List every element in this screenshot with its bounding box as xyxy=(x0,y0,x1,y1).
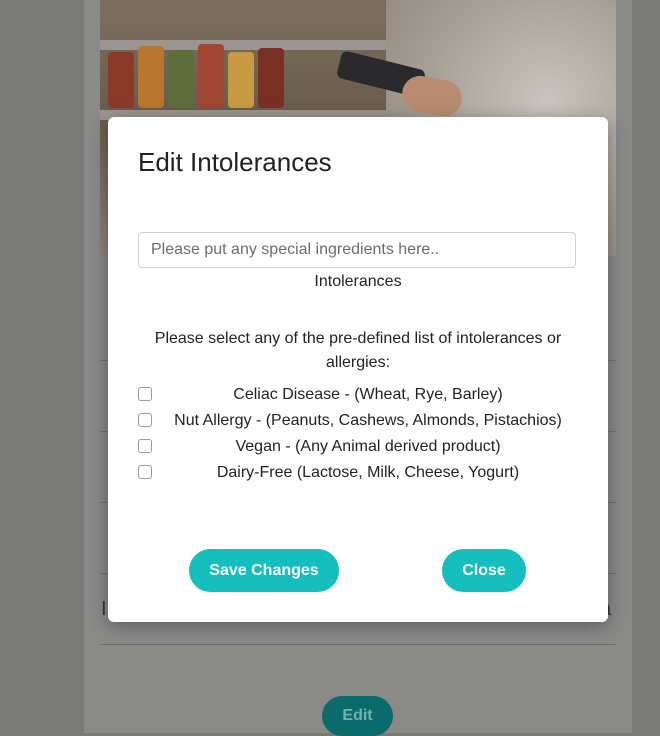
product-jar xyxy=(138,46,164,108)
close-button[interactable]: Close xyxy=(442,549,526,592)
nut-allergy-checkbox[interactable] xyxy=(138,413,152,427)
option-dairy-free: Dairy-Free (Lactose, Milk, Cheese, Yogur… xyxy=(138,463,578,483)
edit-button[interactable]: Edit xyxy=(322,696,393,736)
option-label: Nut Allergy - (Peanuts, Cashews, Almonds… xyxy=(174,412,562,429)
option-vegan: Vegan - (Any Animal derived product) xyxy=(138,437,578,457)
product-jar xyxy=(168,50,194,108)
dairy-free-checkbox[interactable] xyxy=(138,465,152,479)
instructions-text: Please select any of the pre-defined lis… xyxy=(154,330,562,371)
intolerances-label: Intolerances xyxy=(314,273,402,290)
row-text-left: I xyxy=(101,598,107,620)
option-nut-allergy: Nut Allergy - (Peanuts, Cashews, Almonds… xyxy=(138,411,578,431)
modal-title: Edit Intolerances xyxy=(138,147,332,177)
celiac-checkbox[interactable] xyxy=(138,387,152,401)
option-label: Vegan - (Any Animal derived product) xyxy=(235,438,501,455)
product-jar xyxy=(108,52,134,108)
special-ingredients-input[interactable] xyxy=(138,232,576,268)
option-celiac: Celiac Disease - (Wheat, Rye, Barley) xyxy=(138,385,578,405)
edit-intolerances-modal: Edit Intolerances Intolerances Please se… xyxy=(108,117,608,622)
product-jar xyxy=(198,44,224,108)
row-divider xyxy=(100,644,616,645)
save-changes-button[interactable]: Save Changes xyxy=(189,549,339,592)
product-jar xyxy=(228,52,254,108)
product-jar xyxy=(258,48,284,108)
vegan-checkbox[interactable] xyxy=(138,439,152,453)
option-label: Dairy-Free (Lactose, Milk, Cheese, Yogur… xyxy=(216,464,520,481)
option-label: Celiac Disease - (Wheat, Rye, Barley) xyxy=(233,386,503,403)
